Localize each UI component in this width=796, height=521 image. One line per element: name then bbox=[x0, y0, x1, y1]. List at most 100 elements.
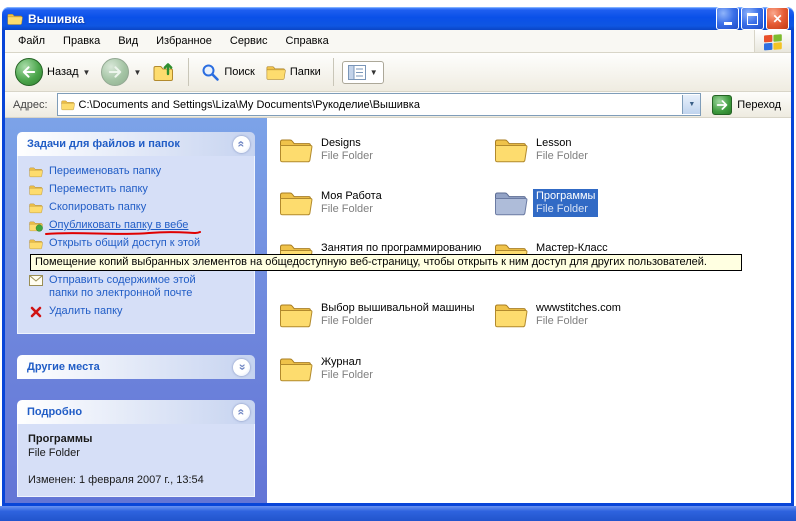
caption-buttons: ✕ bbox=[716, 7, 789, 30]
minimize-icon bbox=[724, 22, 732, 25]
collapse-chevron-icon[interactable]: « bbox=[233, 136, 250, 153]
file-type: File Folder bbox=[536, 203, 595, 216]
task-label: Открыть общий доступ к этой bbox=[49, 237, 200, 250]
menu-bar: Файл Правка Вид Избранное Сервис Справка bbox=[5, 30, 791, 53]
file-type: File Folder bbox=[321, 369, 373, 382]
file-item-wwwstitches[interactable]: wwwstitches.comFile Folder bbox=[494, 301, 704, 329]
taskbar-strip bbox=[0, 506, 796, 521]
menu-help[interactable]: Справка bbox=[277, 32, 338, 50]
address-input[interactable]: C:\Documents and Settings\Liza\My Docume… bbox=[79, 99, 679, 111]
search-button[interactable]: Поиск bbox=[197, 61, 258, 84]
file-type: File Folder bbox=[321, 203, 382, 216]
maximize-button[interactable] bbox=[741, 7, 764, 30]
back-dropdown-icon[interactable]: ▼ bbox=[83, 68, 91, 77]
menu-favorites[interactable]: Избранное bbox=[147, 32, 221, 50]
folders-button[interactable]: Папки bbox=[262, 62, 325, 83]
task-copy-folder[interactable]: Скопировать папку bbox=[28, 201, 248, 214]
toolbar: Назад ▼ ▼ Поиск bbox=[5, 53, 791, 92]
task-rename-folder[interactable]: Переименовать папку bbox=[28, 165, 248, 178]
menu-tools[interactable]: Сервис bbox=[221, 32, 277, 50]
pane-file-tasks-body: Переименовать папку Переместить папку bbox=[17, 156, 255, 334]
forward-button[interactable]: ▼ bbox=[97, 56, 145, 88]
menu-edit[interactable]: Правка bbox=[54, 32, 109, 50]
menu-view[interactable]: Вид bbox=[109, 32, 147, 50]
folder-rename-icon bbox=[28, 165, 43, 178]
file-name: Программы bbox=[536, 190, 595, 203]
title-bar: Вышивка ✕ bbox=[2, 7, 794, 30]
task-label: Удалить папку bbox=[49, 305, 123, 318]
go-button[interactable]: Переход bbox=[707, 95, 786, 115]
file-name: wwwstitches.com bbox=[536, 302, 621, 315]
close-icon: ✕ bbox=[772, 13, 782, 25]
file-item-vybor-mashiny[interactable]: Выбор вышивальной машиныFile Folder bbox=[279, 301, 489, 329]
task-label: Скопировать папку bbox=[49, 201, 146, 214]
envelope-icon bbox=[28, 274, 43, 286]
folder-icon bbox=[279, 189, 313, 217]
go-icon bbox=[712, 95, 732, 115]
back-button[interactable]: Назад ▼ bbox=[11, 56, 94, 88]
maximize-icon bbox=[747, 13, 758, 25]
file-type: File Folder bbox=[321, 315, 475, 328]
toolbar-separator bbox=[333, 58, 334, 86]
folder-icon bbox=[279, 355, 313, 383]
pane-file-tasks-header[interactable]: Задачи для файлов и папок « bbox=[17, 132, 255, 156]
address-combo[interactable]: C:\Documents and Settings\Liza\My Docume… bbox=[57, 93, 702, 116]
search-icon bbox=[201, 63, 220, 82]
pane-details: Подробно « Программы File Folder Изменен… bbox=[17, 400, 255, 497]
folder-icon bbox=[279, 301, 313, 329]
back-icon bbox=[15, 58, 43, 86]
file-item-lesson[interactable]: LessonFile Folder bbox=[494, 136, 704, 164]
pane-other-places: Другие места « bbox=[17, 355, 255, 379]
forward-dropdown-icon: ▼ bbox=[133, 68, 141, 77]
file-name: Журнал bbox=[321, 356, 373, 369]
content-area: Задачи для файлов и папок « Переименоват… bbox=[5, 118, 791, 503]
pane-details-header[interactable]: Подробно « bbox=[17, 400, 255, 424]
task-delete-folder[interactable]: Удалить папку bbox=[28, 305, 248, 318]
folder-up-icon bbox=[152, 61, 176, 83]
pane-file-tasks: Задачи для файлов и папок « Переименоват… bbox=[17, 132, 255, 334]
details-selected-type: File Folder bbox=[28, 447, 248, 459]
address-bar: Адрес: C:\Documents and Settings\Liza\My… bbox=[5, 92, 791, 118]
minimize-button[interactable] bbox=[716, 7, 739, 30]
file-type: File Folder bbox=[536, 315, 621, 328]
views-icon bbox=[348, 65, 366, 80]
windows-flag-icon bbox=[763, 32, 783, 51]
task-email-folder[interactable]: Отправить содержимое этой папки по элект… bbox=[28, 274, 248, 300]
address-label: Адрес: bbox=[10, 99, 51, 111]
collapse-chevron-icon[interactable]: « bbox=[233, 404, 250, 421]
task-label: Переименовать папку bbox=[49, 165, 161, 178]
folder-share-icon bbox=[28, 237, 43, 250]
folder-icon bbox=[494, 136, 528, 164]
menu-file[interactable]: Файл bbox=[9, 32, 54, 50]
file-item-zhurnal[interactable]: ЖурналFile Folder bbox=[279, 355, 489, 383]
views-dropdown-icon: ▼ bbox=[370, 68, 378, 77]
file-type: File Folder bbox=[321, 150, 373, 163]
expand-chevron-icon[interactable]: « bbox=[233, 359, 250, 376]
file-item-designs[interactable]: DesignsFile Folder bbox=[279, 136, 489, 164]
task-share-folder[interactable]: Открыть общий доступ к этой bbox=[28, 237, 248, 250]
pane-other-places-header[interactable]: Другие места « bbox=[17, 355, 255, 379]
address-dropdown-button[interactable]: ▼ bbox=[682, 95, 700, 114]
files-area[interactable]: DesignsFile Folder LessonFile Folder Моя… bbox=[267, 118, 791, 503]
views-button[interactable]: ▼ bbox=[342, 61, 384, 84]
windows-logo bbox=[754, 30, 791, 52]
folder-icon-selected bbox=[494, 189, 528, 217]
file-name: Моя Работа bbox=[321, 190, 382, 203]
task-label: Отправить содержимое этой папки по элект… bbox=[49, 274, 225, 300]
task-label: Опубликовать папку в вебе bbox=[49, 219, 188, 232]
up-button[interactable] bbox=[148, 59, 180, 85]
folder-icon bbox=[279, 136, 313, 164]
window-folder-icon bbox=[7, 12, 23, 26]
file-item-programmy-selected[interactable]: ПрограммыFile Folder bbox=[494, 189, 704, 217]
go-label: Переход bbox=[737, 99, 781, 111]
close-button[interactable]: ✕ bbox=[766, 7, 789, 30]
file-name: Designs bbox=[321, 137, 373, 150]
task-move-folder[interactable]: Переместить папку bbox=[28, 183, 248, 196]
pane-title: Задачи для файлов и папок bbox=[27, 138, 180, 150]
task-publish-folder-web[interactable]: Опубликовать папку в вебе bbox=[28, 219, 248, 232]
folder-publish-icon bbox=[28, 219, 43, 232]
file-item-moya-rabota[interactable]: Моя РаботаFile Folder bbox=[279, 189, 489, 217]
search-label: Поиск bbox=[224, 66, 254, 78]
task-label: Переместить папку bbox=[49, 183, 148, 196]
details-modified-date: Изменен: 1 февраля 2007 г., 13:54 bbox=[28, 474, 248, 486]
